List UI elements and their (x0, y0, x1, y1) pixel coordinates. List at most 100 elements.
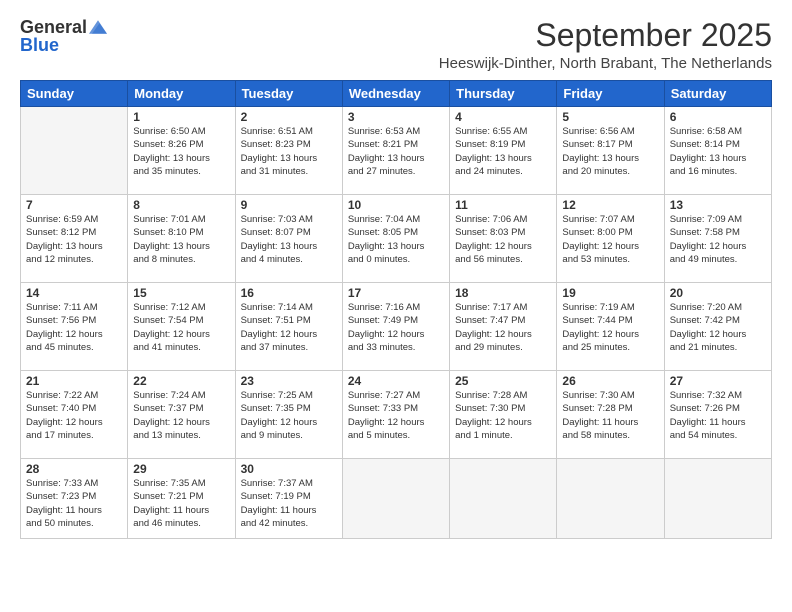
header-friday: Friday (557, 81, 664, 107)
day-number: 6 (670, 110, 766, 124)
day-number: 16 (241, 286, 337, 300)
day-number: 4 (455, 110, 551, 124)
day-cell: 11Sunrise: 7:06 AMSunset: 8:03 PMDayligh… (450, 195, 557, 283)
day-number: 30 (241, 462, 337, 476)
header-sunday: Sunday (21, 81, 128, 107)
week-row-4: 28Sunrise: 7:33 AMSunset: 7:23 PMDayligh… (21, 459, 772, 539)
day-cell: 20Sunrise: 7:20 AMSunset: 7:42 PMDayligh… (664, 283, 771, 371)
day-number: 21 (26, 374, 122, 388)
week-row-3: 21Sunrise: 7:22 AMSunset: 7:40 PMDayligh… (21, 371, 772, 459)
day-cell: 29Sunrise: 7:35 AMSunset: 7:21 PMDayligh… (128, 459, 235, 539)
day-cell (450, 459, 557, 539)
day-number: 25 (455, 374, 551, 388)
logo: General Blue (20, 18, 107, 54)
day-number: 19 (562, 286, 658, 300)
day-number: 13 (670, 198, 766, 212)
day-info: Sunrise: 6:53 AMSunset: 8:21 PMDaylight:… (348, 125, 444, 178)
day-number: 29 (133, 462, 229, 476)
day-info: Sunrise: 6:51 AMSunset: 8:23 PMDaylight:… (241, 125, 337, 178)
day-number: 22 (133, 374, 229, 388)
header-monday: Monday (128, 81, 235, 107)
day-cell: 27Sunrise: 7:32 AMSunset: 7:26 PMDayligh… (664, 371, 771, 459)
day-cell: 22Sunrise: 7:24 AMSunset: 7:37 PMDayligh… (128, 371, 235, 459)
header-wednesday: Wednesday (342, 81, 449, 107)
day-cell: 5Sunrise: 6:56 AMSunset: 8:17 PMDaylight… (557, 107, 664, 195)
day-number: 28 (26, 462, 122, 476)
day-info: Sunrise: 6:59 AMSunset: 8:12 PMDaylight:… (26, 213, 122, 266)
day-number: 10 (348, 198, 444, 212)
day-cell (664, 459, 771, 539)
day-cell: 30Sunrise: 7:37 AMSunset: 7:19 PMDayligh… (235, 459, 342, 539)
week-row-2: 14Sunrise: 7:11 AMSunset: 7:56 PMDayligh… (21, 283, 772, 371)
day-info: Sunrise: 7:19 AMSunset: 7:44 PMDaylight:… (562, 301, 658, 354)
day-info: Sunrise: 6:55 AMSunset: 8:19 PMDaylight:… (455, 125, 551, 178)
day-info: Sunrise: 7:27 AMSunset: 7:33 PMDaylight:… (348, 389, 444, 442)
day-info: Sunrise: 7:30 AMSunset: 7:28 PMDaylight:… (562, 389, 658, 442)
day-info: Sunrise: 7:06 AMSunset: 8:03 PMDaylight:… (455, 213, 551, 266)
day-cell: 28Sunrise: 7:33 AMSunset: 7:23 PMDayligh… (21, 459, 128, 539)
day-number: 14 (26, 286, 122, 300)
day-number: 11 (455, 198, 551, 212)
day-info: Sunrise: 7:07 AMSunset: 8:00 PMDaylight:… (562, 213, 658, 266)
day-cell: 3Sunrise: 6:53 AMSunset: 8:21 PMDaylight… (342, 107, 449, 195)
day-number: 27 (670, 374, 766, 388)
month-title: September 2025 (439, 18, 772, 53)
header-thursday: Thursday (450, 81, 557, 107)
day-number: 3 (348, 110, 444, 124)
day-info: Sunrise: 7:24 AMSunset: 7:37 PMDaylight:… (133, 389, 229, 442)
day-cell: 2Sunrise: 6:51 AMSunset: 8:23 PMDaylight… (235, 107, 342, 195)
day-cell: 1Sunrise: 6:50 AMSunset: 8:26 PMDaylight… (128, 107, 235, 195)
week-row-0: 1Sunrise: 6:50 AMSunset: 8:26 PMDaylight… (21, 107, 772, 195)
day-cell: 16Sunrise: 7:14 AMSunset: 7:51 PMDayligh… (235, 283, 342, 371)
day-number: 15 (133, 286, 229, 300)
day-number: 18 (455, 286, 551, 300)
day-number: 24 (348, 374, 444, 388)
page: General Blue September 2025 Heeswijk-Din… (0, 0, 792, 612)
day-number: 26 (562, 374, 658, 388)
day-number: 17 (348, 286, 444, 300)
day-number: 2 (241, 110, 337, 124)
day-number: 7 (26, 198, 122, 212)
header-row: SundayMondayTuesdayWednesdayThursdayFrid… (21, 81, 772, 107)
day-info: Sunrise: 6:50 AMSunset: 8:26 PMDaylight:… (133, 125, 229, 178)
day-cell: 13Sunrise: 7:09 AMSunset: 7:58 PMDayligh… (664, 195, 771, 283)
day-cell: 6Sunrise: 6:58 AMSunset: 8:14 PMDaylight… (664, 107, 771, 195)
day-cell: 10Sunrise: 7:04 AMSunset: 8:05 PMDayligh… (342, 195, 449, 283)
day-cell: 7Sunrise: 6:59 AMSunset: 8:12 PMDaylight… (21, 195, 128, 283)
location-title: Heeswijk-Dinther, North Brabant, The Net… (439, 55, 772, 72)
day-number: 23 (241, 374, 337, 388)
day-cell: 12Sunrise: 7:07 AMSunset: 8:00 PMDayligh… (557, 195, 664, 283)
day-info: Sunrise: 7:33 AMSunset: 7:23 PMDaylight:… (26, 477, 122, 530)
day-cell: 25Sunrise: 7:28 AMSunset: 7:30 PMDayligh… (450, 371, 557, 459)
day-info: Sunrise: 7:16 AMSunset: 7:49 PMDaylight:… (348, 301, 444, 354)
week-row-1: 7Sunrise: 6:59 AMSunset: 8:12 PMDaylight… (21, 195, 772, 283)
day-info: Sunrise: 7:25 AMSunset: 7:35 PMDaylight:… (241, 389, 337, 442)
day-info: Sunrise: 7:09 AMSunset: 7:58 PMDaylight:… (670, 213, 766, 266)
day-info: Sunrise: 7:04 AMSunset: 8:05 PMDaylight:… (348, 213, 444, 266)
logo-blue: Blue (20, 36, 59, 54)
logo-general: General (20, 18, 87, 36)
day-cell (342, 459, 449, 539)
day-number: 5 (562, 110, 658, 124)
day-cell: 9Sunrise: 7:03 AMSunset: 8:07 PMDaylight… (235, 195, 342, 283)
day-info: Sunrise: 7:17 AMSunset: 7:47 PMDaylight:… (455, 301, 551, 354)
day-cell: 8Sunrise: 7:01 AMSunset: 8:10 PMDaylight… (128, 195, 235, 283)
day-number: 8 (133, 198, 229, 212)
calendar: SundayMondayTuesdayWednesdayThursdayFrid… (20, 80, 772, 539)
day-number: 1 (133, 110, 229, 124)
day-info: Sunrise: 7:12 AMSunset: 7:54 PMDaylight:… (133, 301, 229, 354)
day-info: Sunrise: 7:03 AMSunset: 8:07 PMDaylight:… (241, 213, 337, 266)
header-saturday: Saturday (664, 81, 771, 107)
day-number: 12 (562, 198, 658, 212)
day-cell: 14Sunrise: 7:11 AMSunset: 7:56 PMDayligh… (21, 283, 128, 371)
day-info: Sunrise: 7:11 AMSunset: 7:56 PMDaylight:… (26, 301, 122, 354)
day-info: Sunrise: 7:01 AMSunset: 8:10 PMDaylight:… (133, 213, 229, 266)
day-info: Sunrise: 7:35 AMSunset: 7:21 PMDaylight:… (133, 477, 229, 530)
day-info: Sunrise: 7:20 AMSunset: 7:42 PMDaylight:… (670, 301, 766, 354)
day-cell: 15Sunrise: 7:12 AMSunset: 7:54 PMDayligh… (128, 283, 235, 371)
day-cell: 24Sunrise: 7:27 AMSunset: 7:33 PMDayligh… (342, 371, 449, 459)
day-cell (21, 107, 128, 195)
header: General Blue September 2025 Heeswijk-Din… (20, 18, 772, 72)
day-cell: 26Sunrise: 7:30 AMSunset: 7:28 PMDayligh… (557, 371, 664, 459)
logo-icon (89, 20, 107, 34)
